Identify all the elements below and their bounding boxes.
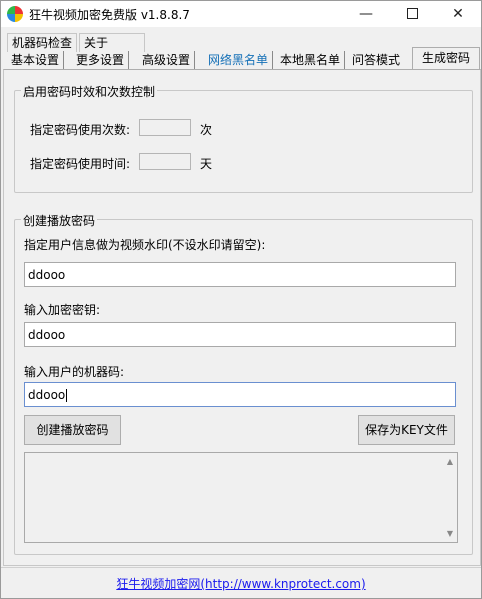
tab-more-settings[interactable]: 更多设置 — [72, 51, 130, 69]
website-name: 狂牛视频加密网 — [116, 577, 201, 591]
create-password-title: 创建播放密码 — [21, 212, 98, 229]
use-count-unit: 次 — [200, 123, 213, 137]
scroll-down-icon[interactable]: ▼ — [447, 529, 453, 538]
website-url: (http://www.knprotect.com) — [200, 577, 366, 591]
maximize-button[interactable] — [389, 1, 435, 27]
use-time-input[interactable] — [139, 153, 191, 170]
create-password-button[interactable]: 创建播放密码 — [24, 415, 121, 445]
machine-code-label: 输入用户的机器码: — [24, 365, 125, 379]
minimize-button[interactable]: — — [343, 1, 389, 27]
password-limits-title: 启用密码时效和次数控制 — [21, 83, 158, 100]
window-title: 狂牛视频加密免费版 v1.8.8.7 — [29, 8, 190, 22]
watermark-label: 指定用户信息做为视频水印(不设水印请留空): — [24, 238, 266, 252]
tab-local-blacklist[interactable]: 本地黑名单 — [276, 51, 346, 69]
use-time-unit: 天 — [200, 157, 213, 171]
use-time-label: 指定密码使用时间: — [30, 157, 131, 171]
scroll-up-icon[interactable]: ▲ — [447, 457, 453, 466]
use-count-label: 指定密码使用次数: — [30, 123, 131, 137]
close-button[interactable]: ✕ — [435, 1, 481, 27]
tab-qa-mode[interactable]: 问答模式 — [348, 51, 404, 69]
title-bar: 狂牛视频加密免费版 v1.8.8.7 — ✕ — [1, 1, 481, 27]
password-output-area[interactable]: ▲ ▼ — [24, 452, 458, 543]
main-window: 狂牛视频加密免费版 v1.8.8.7 — ✕ 机器码检查 关于 基本设置 更多设… — [0, 0, 482, 599]
tab-network-blacklist[interactable]: 网络黑名单 — [204, 51, 274, 69]
footer-divider — [1, 567, 481, 568]
save-key-file-button[interactable]: 保存为KEY文件 — [358, 415, 455, 445]
tab-advanced-settings[interactable]: 高级设置 — [138, 51, 196, 69]
text-caret — [66, 389, 68, 402]
encryption-key-input[interactable]: ddooo — [24, 322, 456, 347]
encryption-key-label: 输入加密密钥: — [24, 303, 101, 317]
app-logo-icon — [7, 6, 23, 22]
encryption-key-value: ddooo — [28, 328, 66, 342]
machine-code-input[interactable]: ddooo — [24, 382, 456, 407]
tab-basic-settings[interactable]: 基本设置 — [7, 51, 65, 69]
machine-code-value: ddooo — [28, 388, 66, 402]
use-count-input[interactable] — [139, 119, 191, 136]
password-limits-group: 启用密码时效和次数控制 — [14, 83, 473, 193]
watermark-input[interactable]: ddooo — [24, 262, 456, 287]
watermark-value: ddooo — [28, 268, 66, 282]
maximize-icon — [406, 7, 418, 19]
tab-machine-code-check[interactable]: 机器码检查 — [7, 33, 78, 52]
footer: 狂牛视频加密网(http://www.knprotect.com) — [1, 575, 481, 592]
website-link[interactable]: 狂牛视频加密网(http://www.knprotect.com) — [116, 577, 365, 591]
tab-about[interactable]: 关于 — [79, 33, 145, 52]
tab-generate-password[interactable]: 生成密码 — [412, 47, 480, 69]
